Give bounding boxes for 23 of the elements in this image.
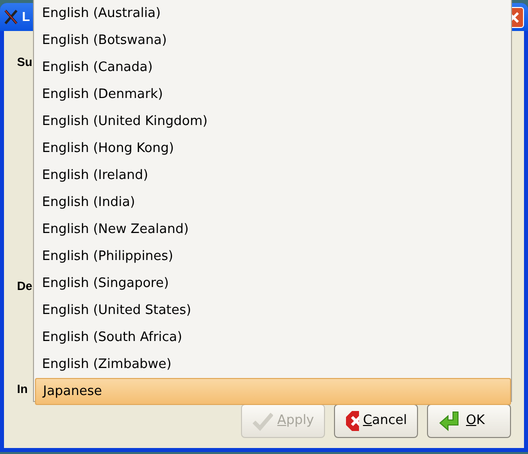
- field-label: Su: [17, 54, 32, 71]
- cancel-button[interactable]: Cancel: [334, 404, 418, 438]
- menu-item[interactable]: English (Zimbabwe): [35, 351, 511, 378]
- menu-item[interactable]: English (Denmark): [35, 81, 511, 108]
- menu-item[interactable]: English (India): [35, 189, 511, 216]
- menu-item[interactable]: English (Canada): [35, 54, 511, 81]
- menu-item[interactable]: English (New Zealand): [35, 216, 511, 243]
- field-label: In: [17, 381, 28, 398]
- menu-item[interactable]: English (Australia): [35, 0, 511, 27]
- window-title: L: [22, 8, 30, 26]
- menu-item[interactable]: English (United States): [35, 297, 511, 324]
- ok-button[interactable]: OK: [427, 404, 511, 438]
- field-label: De: [17, 278, 32, 295]
- menu-item[interactable]: English (Hong Kong): [35, 135, 511, 162]
- menu-item[interactable]: English (Botswana): [35, 27, 511, 54]
- cancel-icon: [345, 410, 359, 432]
- menu-item[interactable]: English (South Africa): [35, 324, 511, 351]
- menu-item[interactable]: English (Philippines): [35, 243, 511, 270]
- checkmark-icon: [252, 411, 274, 431]
- menu-item[interactable]: English (Ireland): [35, 162, 511, 189]
- menu-item[interactable]: English (United Kingdom): [35, 108, 511, 135]
- menu-item[interactable]: English (Singapore): [35, 270, 511, 297]
- menu-item[interactable]: Japanese: [35, 378, 511, 405]
